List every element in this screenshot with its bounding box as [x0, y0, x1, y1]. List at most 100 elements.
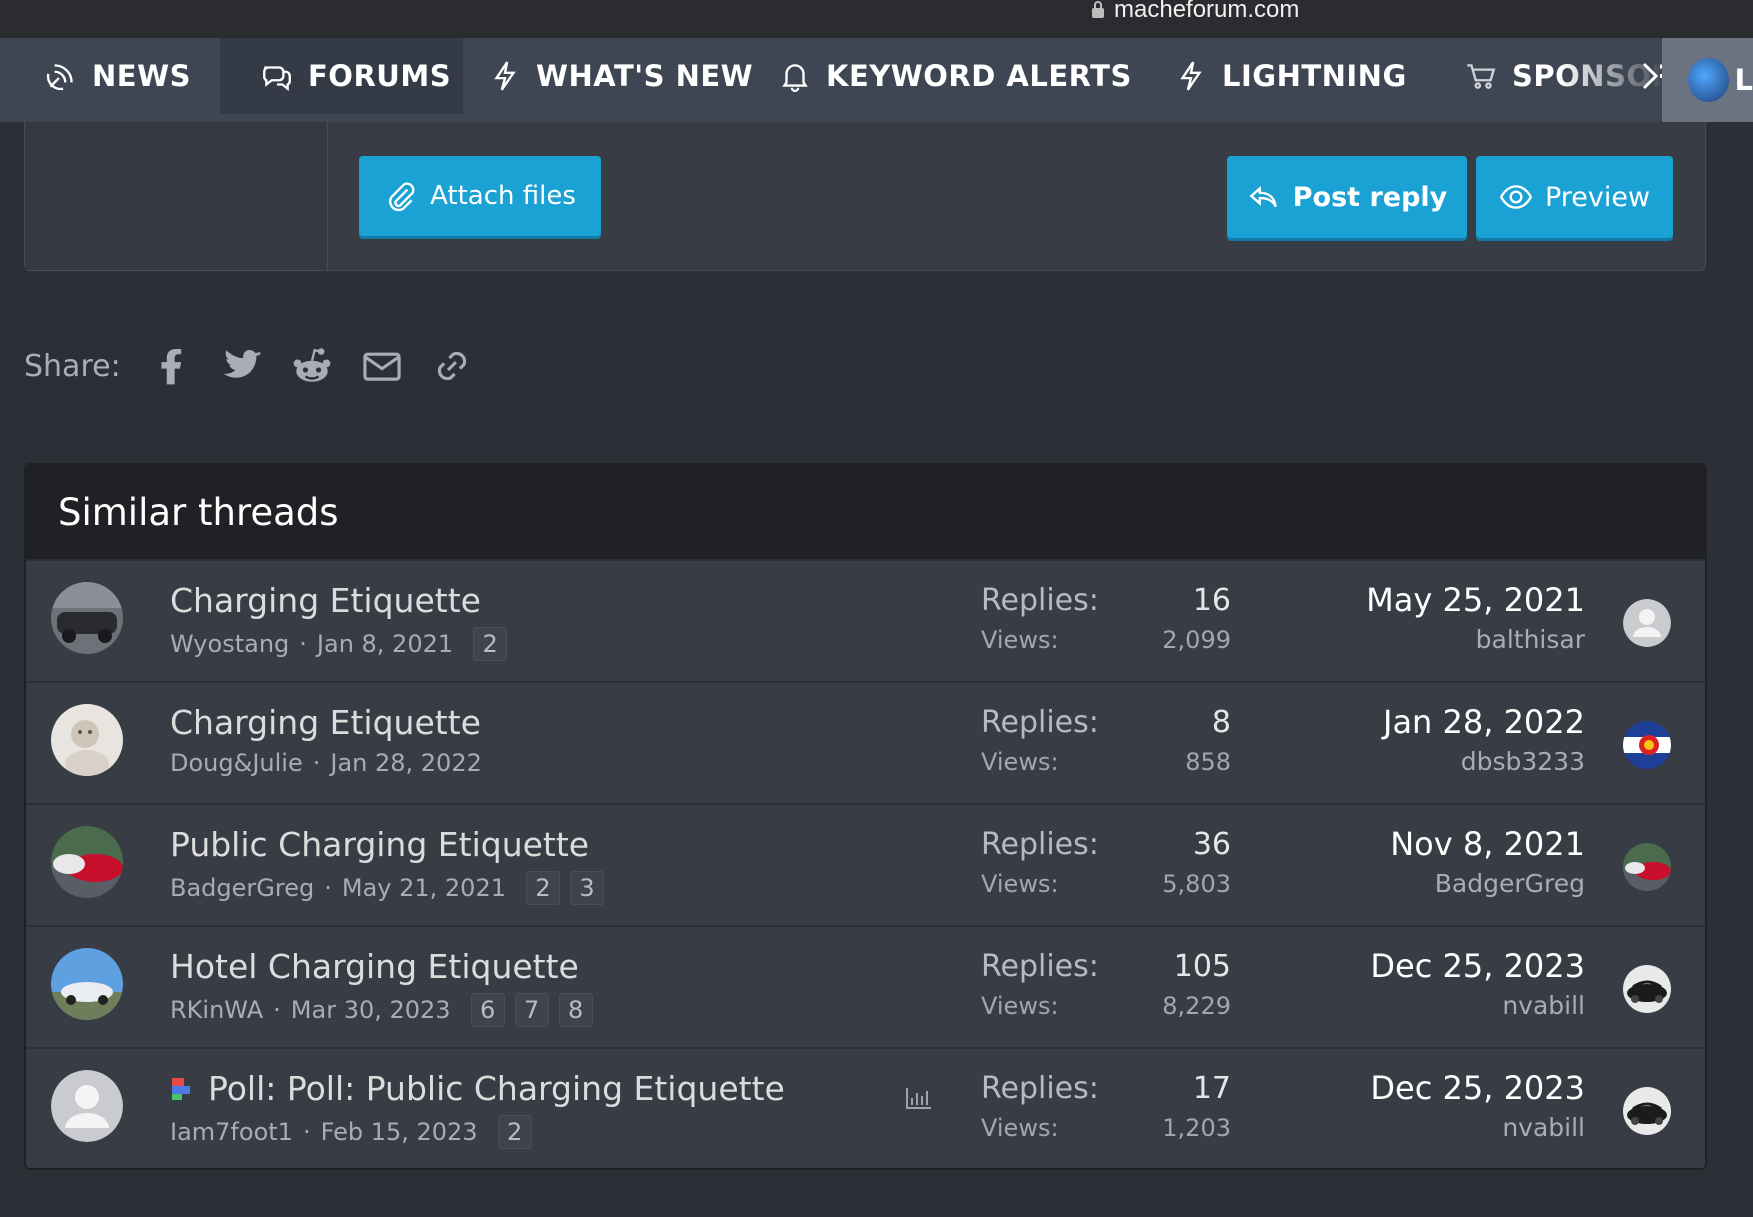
thread-author[interactable]: Doug&Julie	[170, 749, 303, 777]
author-avatar[interactable]	[51, 948, 123, 1020]
nav-item-label: WHAT'S NEW	[536, 59, 754, 93]
reddit-icon[interactable]	[291, 345, 333, 387]
thread-title[interactable]: Charging Etiquette	[170, 581, 481, 620]
replies-label: Replies:	[981, 949, 1099, 984]
link-icon[interactable]	[431, 345, 473, 387]
thread-row[interactable]: Charging Etiquette Wyostang · Jan 8, 2021 …	[26, 559, 1705, 681]
page-link[interactable]: 2	[525, 871, 560, 905]
thread-start-date: May 21, 2021	[341, 874, 506, 902]
page-link[interactable]: 6	[470, 993, 505, 1027]
preview-label: Preview	[1544, 181, 1651, 213]
thread-start-date: Mar 30, 2023	[290, 996, 451, 1024]
latest-post-user[interactable]: dbsb3233	[1383, 747, 1585, 776]
latest-post-date[interactable]: Jan 28, 2022	[1383, 703, 1585, 741]
thread-meta: Wyostang · Jan 8, 2021 2	[170, 627, 508, 661]
latest-post-user[interactable]: nvabill	[1370, 991, 1585, 1020]
url-display[interactable]: macheforum.com	[1090, 0, 1299, 24]
thread-author[interactable]: Wyostang	[170, 630, 289, 658]
post-reply-button[interactable]: Post reply	[1227, 156, 1467, 238]
cart-icon	[1467, 64, 1496, 89]
thread-title-text: Hotel Charging Etiquette	[170, 947, 579, 986]
thread-title[interactable]: Poll: Poll: Public Charging Etiquette	[170, 1069, 785, 1108]
thread-title[interactable]: Public Charging Etiquette	[170, 825, 589, 864]
author-avatar[interactable]	[51, 704, 123, 776]
thread-meta: BadgerGreg · May 21, 2021 2 3	[170, 871, 604, 905]
replies-count: 105	[1173, 949, 1231, 984]
page-link[interactable]: 2	[473, 627, 508, 661]
thread-author[interactable]: Iam7foot1	[170, 1118, 293, 1146]
latest-post-date[interactable]: Nov 8, 2021	[1390, 825, 1585, 863]
page-link[interactable]: 3	[569, 871, 604, 905]
latest-post-date[interactable]: Dec 25, 2023	[1370, 947, 1585, 985]
latest-post: Jan 28, 2022 dbsb3233	[1383, 703, 1585, 776]
thread-title-text: Charging Etiquette	[170, 581, 481, 620]
thread-title[interactable]: Hotel Charging Etiquette	[170, 947, 579, 986]
latest-post-user[interactable]: nvabill	[1370, 1113, 1585, 1142]
preview-button[interactable]: Preview	[1476, 156, 1673, 238]
page-link[interactable]: 7	[514, 993, 549, 1027]
thread-author[interactable]: RKinWA	[170, 996, 263, 1024]
replies-label: Replies:	[981, 1071, 1099, 1106]
nav-item-keyword-alerts[interactable]: KEYWORD ALERTS	[778, 38, 1132, 114]
latest-user-avatar[interactable]	[1623, 843, 1671, 891]
latest-post-user[interactable]: BadgerGreg	[1390, 869, 1585, 898]
page-link[interactable]: 8	[558, 993, 593, 1027]
latest-post-date[interactable]: May 25, 2021	[1366, 581, 1585, 619]
attach-files-button[interactable]: Attach files	[359, 156, 601, 236]
thread-author-name: RKinWA	[170, 996, 264, 1024]
thread-stats: Replies: 105 Views: 8,229	[981, 949, 1231, 1020]
reply-icon	[1249, 185, 1277, 208]
browser-url-bar[interactable]: macheforum.com	[0, 0, 1753, 38]
replies-label: Replies:	[981, 827, 1099, 862]
thread-row[interactable]: Hotel Charging Etiquette RKinWA · Mar 30, …	[26, 925, 1705, 1047]
email-icon[interactable]	[361, 345, 403, 387]
thread-author-name: Doug&Julie	[170, 749, 303, 777]
thread-meta: Iam7foot1 · Feb 15, 2023 2	[170, 1115, 532, 1149]
latest-post: Dec 25, 2023 nvabill	[1370, 947, 1585, 1020]
attach-files-label: Attach files	[430, 181, 576, 211]
nav-item-lightning[interactable]: LIGHTNING	[1174, 38, 1407, 114]
nav-item-overflow[interactable]: L	[1662, 38, 1753, 122]
thread-author-name: Iam7foot1	[170, 1118, 293, 1146]
latest-post-date[interactable]: Dec 25, 2023	[1370, 1069, 1585, 1107]
facebook-icon[interactable]	[151, 345, 193, 387]
nav-item-label: LIGHTNING	[1222, 59, 1407, 93]
replies-label: Replies:	[981, 583, 1099, 618]
views-count: 5,803	[1162, 870, 1231, 898]
thread-row[interactable]: Charging Etiquette Doug&Julie · Jan 28, 20…	[26, 681, 1705, 803]
latest-post-user[interactable]: balthisar	[1366, 625, 1585, 654]
thread-meta: RKinWA · Mar 30, 2023 6 7 8	[170, 993, 593, 1027]
replies-count: 36	[1192, 827, 1231, 862]
twitter-icon[interactable]	[221, 345, 263, 387]
page-link[interactable]: 2	[497, 1115, 532, 1149]
main-nav: NEWS FORUMS WHAT'S NEW KEYWORD ALERTS LI…	[0, 38, 1753, 122]
nav-item-whats-new[interactable]: WHAT'S NEW	[488, 38, 753, 114]
nav-overflow-label: L	[1734, 63, 1753, 97]
views-label: Views:	[981, 626, 1059, 654]
nav-item-forums[interactable]: FORUMS	[220, 38, 464, 114]
nav-item-news[interactable]: NEWS	[44, 38, 191, 114]
latest-user-avatar[interactable]	[1623, 599, 1671, 647]
replies-count: 17	[1192, 1071, 1231, 1106]
thread-stats: Replies: 17 Views: 1,203	[981, 1071, 1231, 1142]
thread-row[interactable]: Poll: Poll: Public Charging Etiquette Ia…	[26, 1047, 1705, 1168]
views-count: 2,099	[1162, 626, 1231, 654]
author-avatar[interactable]	[51, 1070, 123, 1142]
author-avatar[interactable]	[51, 582, 123, 654]
reply-user-column	[25, 122, 328, 270]
thread-author[interactable]: BadgerGreg	[170, 874, 314, 902]
paperclip-icon	[389, 182, 415, 212]
latest-user-avatar[interactable]	[1623, 965, 1671, 1013]
replies-label: Replies:	[981, 705, 1099, 740]
thread-row[interactable]: Public Charging Etiquette BadgerGreg · May…	[26, 803, 1705, 925]
thread-start-date: Jan 28, 2022	[330, 749, 482, 777]
replies-count: 16	[1192, 583, 1231, 618]
thread-title[interactable]: Charging Etiquette	[170, 703, 481, 742]
nav-item-label: KEYWORD ALERTS	[826, 59, 1132, 93]
nav-overflow-thumbnail	[1688, 58, 1729, 102]
latest-user-avatar[interactable]	[1623, 1087, 1671, 1135]
latest-user-avatar[interactable]	[1623, 721, 1671, 769]
bolt-icon	[494, 61, 516, 91]
poll-chart-icon	[906, 1088, 931, 1109]
author-avatar[interactable]	[51, 826, 123, 898]
